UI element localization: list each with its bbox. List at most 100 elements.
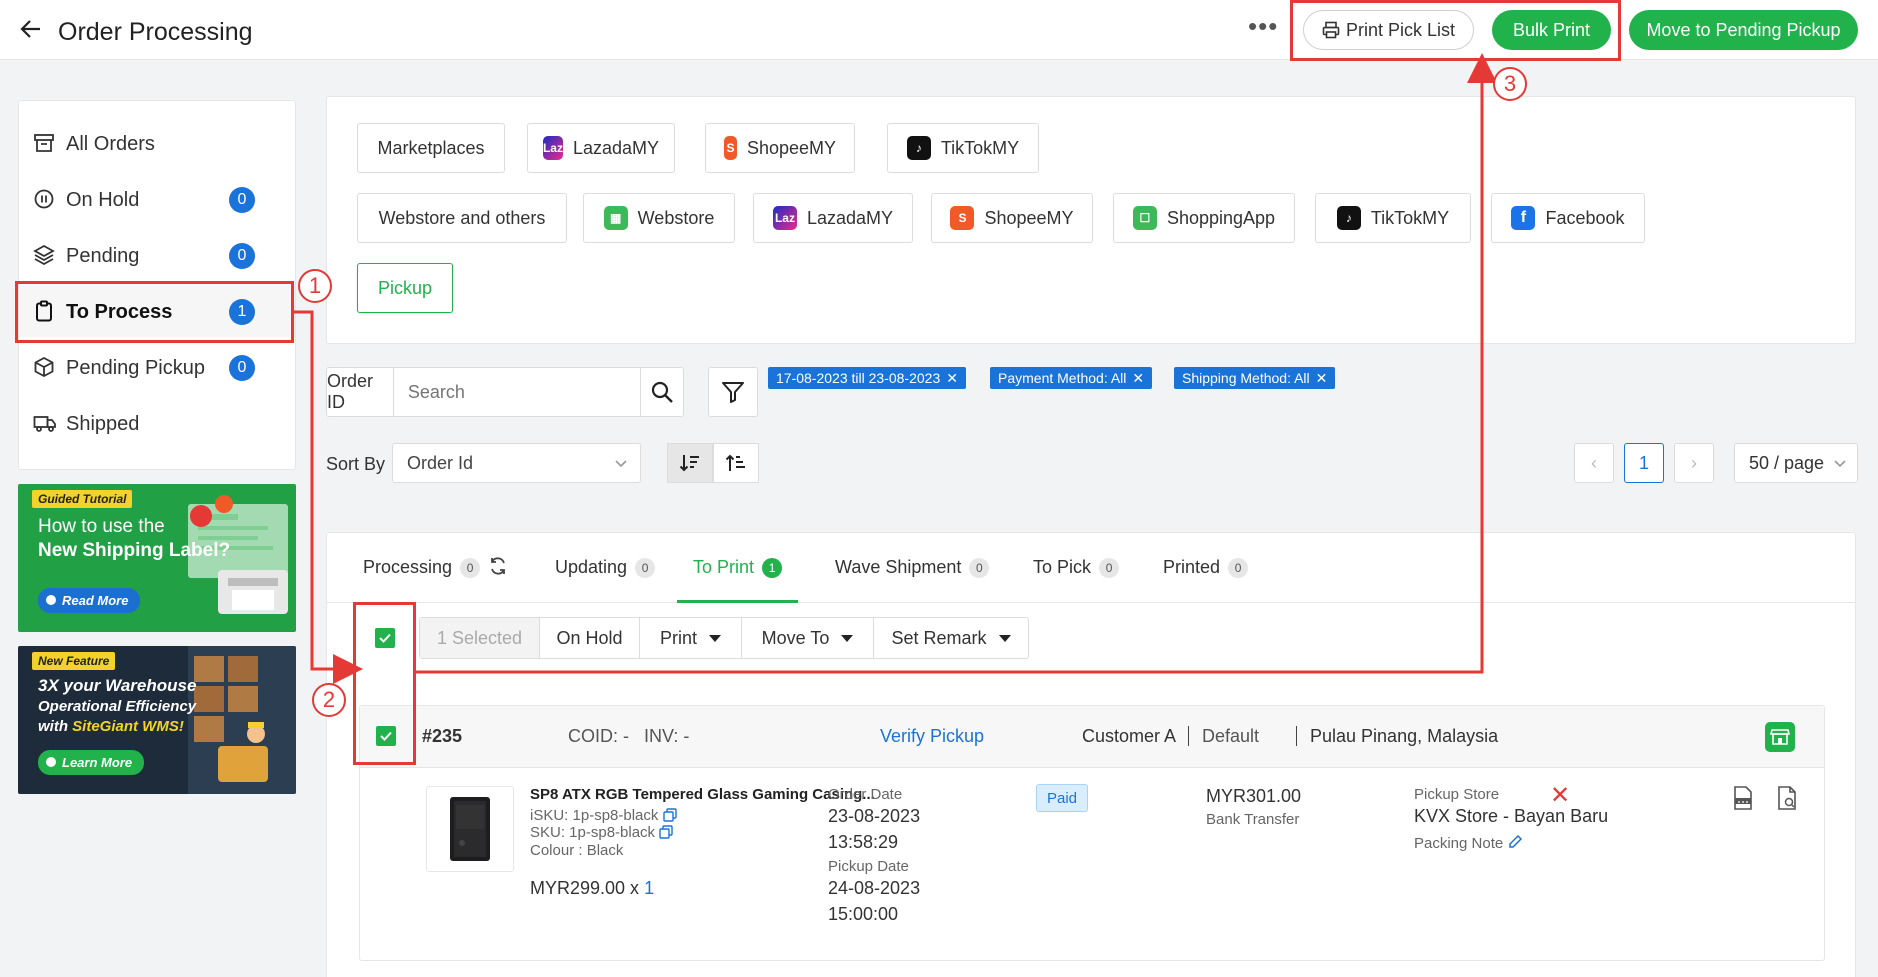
sidebar-item-pending-pickup[interactable]: Pending Pickup 0 xyxy=(19,341,295,393)
bulk-action-bar: 1 Selected On Hold Print Move To Set Rem… xyxy=(419,617,1029,659)
search-input[interactable] xyxy=(393,368,640,416)
edit-pencil-icon[interactable] xyxy=(1507,834,1523,850)
search-icon[interactable] xyxy=(639,368,683,416)
chip-label: TikTokMY xyxy=(1370,207,1450,228)
channel-chip-tiktok-2[interactable]: ♪ TikTokMY xyxy=(1315,193,1471,243)
channel-chip-lazada[interactable]: Laz LazadaMY xyxy=(527,123,675,173)
prev-page-button[interactable]: ‹ xyxy=(1574,443,1614,483)
tutorial-banner[interactable]: Guided Tutorial How to use the New Shipp… xyxy=(18,484,296,632)
read-more-button[interactable]: Read More xyxy=(38,588,141,613)
bulk-print-button[interactable]: Bulk Print xyxy=(1492,10,1611,50)
sidebar-item-pending[interactable]: Pending 0 xyxy=(19,229,295,281)
product-sku: SKU: 1p-sp8-black xyxy=(530,824,673,841)
sidebar-item-on-hold[interactable]: On Hold 0 xyxy=(19,173,295,225)
order-total: MYR301.00 xyxy=(1206,786,1302,806)
top-header: Order Processing ••• Print Pick List Bul… xyxy=(0,0,1878,60)
tab-to-print[interactable]: To Print 1 xyxy=(677,557,799,603)
copy-icon[interactable] xyxy=(659,825,673,839)
filter-tag-label: Payment Method: All xyxy=(998,370,1127,386)
channel-chip-webstore-others[interactable]: Webstore and others xyxy=(357,193,567,243)
channel-chip-pickup[interactable]: Pickup xyxy=(357,263,453,313)
sort-field-select[interactable]: Order Id xyxy=(392,443,641,483)
on-hold-button[interactable]: On Hold xyxy=(540,618,640,658)
annotation-step-1: 1 xyxy=(298,269,332,303)
lazada-icon: Laz xyxy=(772,206,797,230)
pickup-time: 15:00:00 xyxy=(828,904,899,924)
sort-ascending-icon[interactable] xyxy=(713,443,759,483)
order-search-bar: Order ID xyxy=(326,367,684,417)
sidebar-item-to-process[interactable]: To Process 1 xyxy=(19,285,295,337)
select-all-checkbox[interactable] xyxy=(375,628,395,648)
channel-chip-facebook[interactable]: f Facebook xyxy=(1491,193,1645,243)
cancel-x-icon[interactable]: ✕ xyxy=(1550,784,1570,808)
current-page-button[interactable]: 1 xyxy=(1624,443,1664,483)
verify-pickup-link[interactable]: Verify Pickup xyxy=(880,726,984,747)
tab-label: Updating xyxy=(555,557,628,577)
per-page-select[interactable]: 50 / page xyxy=(1734,443,1858,483)
sidebar-item-shipped[interactable]: Shipped xyxy=(19,397,295,449)
unit-price: MYR299.00 x 1 xyxy=(530,878,655,898)
back-arrow-icon[interactable] xyxy=(20,18,42,40)
layers-icon xyxy=(33,244,55,266)
order-checkbox[interactable] xyxy=(376,726,396,746)
move-to-pending-pickup-button[interactable]: Move to Pending Pickup xyxy=(1629,10,1858,50)
channel-chip-marketplaces[interactable]: Marketplaces xyxy=(357,123,505,173)
refresh-icon[interactable] xyxy=(488,556,508,576)
tab-updating[interactable]: Updating 0 xyxy=(555,557,656,603)
order-number[interactable]: #235 xyxy=(422,726,462,747)
order-coid: COID: - xyxy=(568,726,629,746)
channel-chip-shopee-2[interactable]: S ShopeeMY xyxy=(931,193,1093,243)
channel-chip-shopping-app[interactable]: ☐ ShoppingApp xyxy=(1113,193,1295,243)
product-colour: Colour : Black xyxy=(530,842,624,859)
search-field-selector[interactable]: Order ID xyxy=(327,368,394,416)
tab-to-pick[interactable]: To Pick 0 xyxy=(1033,557,1120,603)
move-to-dropdown-button[interactable]: Move To xyxy=(742,618,874,658)
print-dropdown-button[interactable]: Print xyxy=(640,618,742,658)
chip-label: TikTokMY xyxy=(940,137,1020,158)
order-time: 13:58:29 xyxy=(828,832,899,852)
sort-descending-icon[interactable] xyxy=(667,443,713,483)
close-icon[interactable]: ✕ xyxy=(946,370,958,387)
tab-printed[interactable]: Printed 0 xyxy=(1163,557,1249,603)
tab-count: 0 xyxy=(1228,558,1249,578)
promo-brand-line: with SiteGiant WMS! xyxy=(38,718,184,735)
copy-icon[interactable] xyxy=(662,808,677,822)
page-title: Order Processing xyxy=(58,18,253,46)
customer-location: Pulau Pinang, Malaysia xyxy=(1310,726,1499,746)
print-pick-list-button[interactable]: Print Pick List xyxy=(1303,10,1474,50)
divider xyxy=(1188,726,1189,746)
chip-label: ShopeeMY xyxy=(746,137,836,158)
channel-chip-shopee[interactable]: S ShopeeMY xyxy=(705,123,855,173)
tab-label: To Pick xyxy=(1033,557,1092,577)
more-options-icon[interactable]: ••• xyxy=(1248,13,1278,39)
promo-headline: How to use the xyxy=(38,516,165,537)
invoice-document-icon[interactable] xyxy=(1776,786,1798,810)
divider xyxy=(1296,726,1297,746)
tiktok-icon: ♪ xyxy=(1336,206,1361,230)
guided-tutorial-tag: Guided Tutorial xyxy=(32,490,133,508)
product-thumbnail[interactable] xyxy=(426,786,514,872)
chip-label: LazadaMY xyxy=(806,207,894,228)
set-remark-dropdown-button[interactable]: Set Remark xyxy=(874,618,1028,658)
sidebar-item-label: Shipped xyxy=(66,413,140,435)
packing-note-label[interactable]: Packing Note xyxy=(1414,834,1523,852)
printer-icon xyxy=(1322,21,1340,39)
truck-icon xyxy=(33,412,57,434)
learn-more-button[interactable]: Learn More xyxy=(38,750,145,775)
next-page-button[interactable]: › xyxy=(1674,443,1714,483)
channel-chip-webstore[interactable]: ▦ Webstore xyxy=(583,193,735,243)
channel-chip-tiktok[interactable]: ♪ TikTokMY xyxy=(887,123,1039,173)
tab-processing[interactable]: Processing 0 xyxy=(363,557,508,603)
tab-wave-shipment[interactable]: Wave Shipment 0 xyxy=(835,557,990,603)
close-icon[interactable]: ✕ xyxy=(1132,370,1144,387)
product-name[interactable]: SP8 ATX RGB Tempered Glass Gaming Casing… xyxy=(530,786,875,803)
archive-icon xyxy=(33,132,55,154)
sidebar-item-all-orders[interactable]: All Orders xyxy=(19,117,295,169)
chip-label: Webstore xyxy=(637,207,715,228)
close-icon[interactable]: ✕ xyxy=(1316,370,1328,387)
channel-chip-lazada-2[interactable]: Laz LazadaMY xyxy=(753,193,913,243)
wms-feature-banner[interactable]: New Feature 3X your Warehouse Operationa… xyxy=(18,646,296,794)
awb-document-icon[interactable] xyxy=(1732,786,1754,810)
filter-icon[interactable] xyxy=(708,367,758,417)
tab-label: Wave Shipment xyxy=(835,557,962,577)
